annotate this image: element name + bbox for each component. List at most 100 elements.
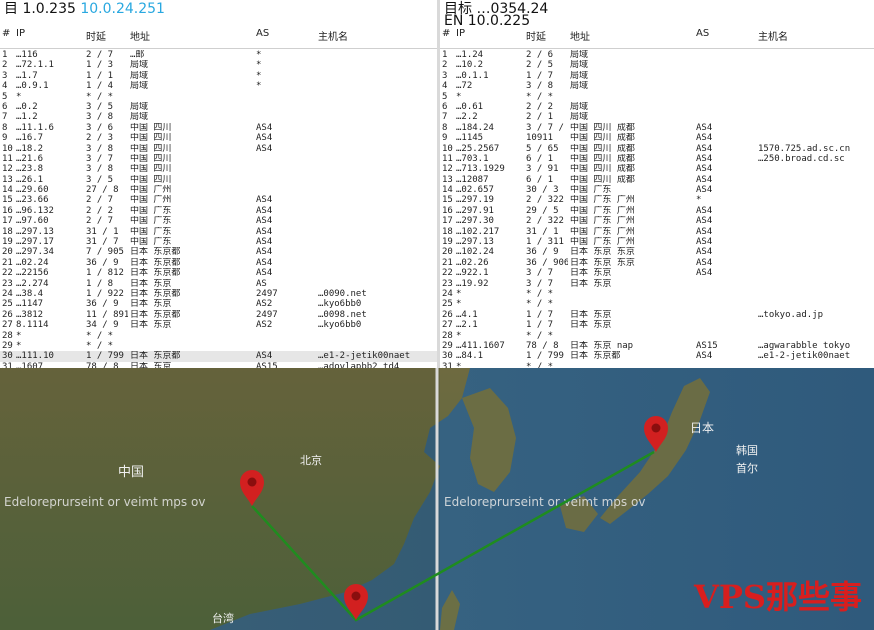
col-header-hostname[interactable]: 主机名 — [758, 28, 788, 43]
table-row[interactable]: 18 …297.13 31 / 1 中国 广东 AS4 — [0, 227, 437, 237]
table-row[interactable]: 19 …297.13 1 / 311 中国 广东 广州 AS4 — [440, 237, 874, 247]
location-cell: 中国 四川 成都 — [570, 133, 635, 144]
table-row[interactable]: 19 …297.17 31 / 7 中国 广东 AS4 — [0, 237, 437, 247]
latency-cell: 3 / 7 — [86, 153, 114, 164]
ip-cell: …102.24 — [456, 247, 494, 258]
location-cell: 中国 四川 成都 — [570, 174, 635, 185]
table-row[interactable]: 27 8.1114 34 / 9 日本 东京 AS2 …kyo6bb0 — [0, 320, 437, 330]
table-row[interactable]: 13 …26.1 3 / 5 中国 四川 — [0, 175, 437, 185]
table-row[interactable]: 13 …12087 6 / 1 中国 四川 成都 AS4 — [440, 175, 874, 185]
table-row[interactable]: 12 …713.1929 3 / 91 中国 四川 成都 AS4 — [440, 164, 874, 174]
table-row[interactable]: 7 …2.2 2 / 1 局域 — [440, 112, 874, 122]
table-row[interactable]: 22 …922.1 3 / 7 日本 东京 AS4 — [440, 268, 874, 278]
location-cell: 中国 广州 — [130, 185, 172, 196]
table-row[interactable]: 8 …11.1.6 3 / 6 中国 四川 AS4 — [0, 123, 437, 133]
location-cell: 中国 四川 成都 — [570, 153, 635, 164]
table-row[interactable]: 7 …1.2 3 / 8 局域 — [0, 112, 437, 122]
col-header-latency[interactable]: 时延 — [86, 28, 106, 43]
table-row[interactable]: 14 …29.60 27 / 8 中国 广州 — [0, 185, 437, 195]
location-cell: 中国 四川 — [130, 122, 172, 133]
latency-cell: 3 / 8 — [86, 164, 114, 175]
table-row[interactable]: 6 …0.2 3 / 5 局域 — [0, 102, 437, 112]
table-row[interactable]: 2 …72.1.1 1 / 3 局域 * — [0, 60, 437, 70]
table-row[interactable]: 4 …72 3 / 8 局域 — [440, 81, 874, 91]
col-header-location[interactable]: 地址 — [570, 28, 590, 43]
latency-cell: 1 / 7 — [526, 70, 554, 81]
table-row[interactable]: 1 …116 2 / 7 …邮 * — [0, 50, 437, 60]
col-header-as[interactable]: AS — [696, 28, 709, 39]
table-row[interactable]: 27 …2.1 1 / 7 日本 东京 — [440, 320, 874, 330]
table-row[interactable]: 20 …102.24 36 / 9 日本 东京 东京 AS4 — [440, 247, 874, 257]
table-row[interactable]: 25 …1147 36 / 9 日本 东京 AS2 …kyo6bb0 — [0, 299, 437, 309]
table-row[interactable]: 14 …02.657 30 / 3 中国 广东 AS4 — [440, 185, 874, 195]
location-cell: 日本 东京 — [570, 268, 612, 279]
ip-cell: …16.7 — [16, 133, 44, 144]
table-row[interactable]: 26 …3812 11 / 891 日本 东京都 2497 …0098.net — [0, 310, 437, 320]
table-row[interactable]: 11 …703.1 6 / 1 中国 四川 成都 AS4 …250.broad.cd.sc — [440, 154, 874, 164]
table-row[interactable]: 28 * * / * — [0, 331, 437, 341]
col-header-latency[interactable]: 时延 — [526, 28, 546, 43]
col-header-as[interactable]: AS — [256, 28, 269, 39]
table-row[interactable]: 15 …297.19 2 / 322 中国 广东 广州 * — [440, 195, 874, 205]
ip-cell: …0.9.1 — [16, 81, 49, 92]
latency-cell: 2 / 5 — [526, 60, 554, 71]
ip-cell: …2.2 — [456, 112, 478, 123]
table-row[interactable]: 16 …96.132 2 / 2 中国 广东 AS4 — [0, 206, 437, 216]
hop-cell: 29 — [442, 340, 453, 351]
col-header-ip[interactable]: IP — [456, 28, 465, 39]
hop-cell: 18 — [2, 226, 13, 237]
table-row[interactable]: 24 …38.4 1 / 922 日本 东京都 2497 …0090.net — [0, 289, 437, 299]
table-row[interactable]: 10 …25.2567 5 / 65 中国 四川 成都 AS4 1570.725.ad.s… — [440, 144, 874, 154]
table-row[interactable]: 2 …10.2 2 / 5 局域 — [440, 60, 874, 70]
hostname-cell: …agwarabble tokyo — [758, 340, 851, 351]
table-row[interactable]: 23 …2.274 1 / 8 日本 东京 AS — [0, 279, 437, 289]
table-row[interactable]: 30 …84.1 1 / 799 日本 东京都 AS4 …e1-2-jetik00naet — [440, 351, 874, 361]
as-cell: AS4 — [256, 133, 273, 144]
col-header-hop[interactable]: # — [442, 28, 450, 39]
ip-cell: …184.24 — [456, 122, 494, 133]
table-row[interactable]: 15 …23.66 2 / 7 中国 广州 AS4 — [0, 195, 437, 205]
latency-cell: 3 / 8 — [526, 81, 554, 92]
table-row[interactable]: 29 …411.1607 78 / 8 日本 东京 nap AS15 …agwarabbl… — [440, 341, 874, 351]
table-row[interactable]: 21 …02.24 36 / 9 日本 东京都 AS4 — [0, 258, 437, 268]
table-row[interactable]: 21 …02.26 36 / 906 日本 东京 东京 AS4 — [440, 258, 874, 268]
table-row[interactable]: 17 …297.30 2 / 322 中国 广东 广州 AS4 — [440, 216, 874, 226]
col-header-location[interactable]: 地址 — [130, 28, 150, 43]
table-row[interactable]: 26 …4.1 1 / 7 日本 东京 …tokyo.ad.jp — [440, 310, 874, 320]
table-row[interactable]: 8 …184.24 3 / 7 / 1中国 四川 成都 AS4 — [440, 123, 874, 133]
table-row[interactable]: 28 * * / * — [440, 331, 874, 341]
ip-cell: …11.1.6 — [16, 122, 54, 133]
route-map[interactable]: Edeloreprurseint or veimt mps ov Edelore… — [0, 368, 874, 630]
table-row[interactable]: 18 …102.217 31 / 1 中国 广东 广州 AS4 — [440, 227, 874, 237]
table-row[interactable]: 6 …0.61 2 / 2 局域 — [440, 102, 874, 112]
hop-cell: 15 — [2, 195, 13, 206]
table-row[interactable]: 10 …18.2 3 / 8 中国 四川 AS4 — [0, 144, 437, 154]
table-row[interactable]: 17 …97.60 2 / 7 中国 广东 AS4 — [0, 216, 437, 226]
ip-cell: …713.1929 — [456, 164, 505, 175]
latency-cell: 7 / 905 — [86, 247, 124, 258]
table-row[interactable]: 23 …19.92 3 / 7 日本 东京 — [440, 279, 874, 289]
table-row[interactable]: 22 …22156 1 / 812 日本 东京都 AS4 — [0, 268, 437, 278]
latency-cell: 2 / 7 — [86, 216, 114, 227]
table-row[interactable]: 1 …1.24 2 / 6 局域 — [440, 50, 874, 60]
table-row[interactable]: 29 * * / * — [0, 341, 437, 351]
col-header-ip[interactable]: IP — [16, 28, 25, 39]
table-row[interactable]: 12 …23.8 3 / 8 中国 四川 — [0, 164, 437, 174]
table-row[interactable]: 3 …0.1.1 1 / 7 局域 — [440, 71, 874, 81]
table-row[interactable]: 9 …16.7 2 / 3 中国 四川 AS4 — [0, 133, 437, 143]
table-row[interactable]: 20 …297.34 7 / 905 日本 东京都 AS4 — [0, 247, 437, 257]
table-row[interactable]: 4 …0.9.1 1 / 4 局域 * — [0, 81, 437, 91]
table-row[interactable]: 9 …1145 10911 中国 四川 成都 AS4 — [440, 133, 874, 143]
table-row[interactable]: 5 * * / * — [440, 92, 874, 102]
col-header-hostname[interactable]: 主机名 — [318, 28, 348, 43]
as-cell: AS4 — [256, 122, 273, 133]
table-row[interactable]: 5 * * / * — [0, 92, 437, 102]
table-row[interactable]: 24 * * / * — [440, 289, 874, 299]
col-header-hop[interactable]: # — [2, 28, 10, 39]
table-row[interactable]: 30 …111.10 1 / 799 日本 东京都 AS4 …e1-2-jetik00na… — [0, 351, 437, 362]
hostname-cell: …0098.net — [318, 309, 367, 320]
table-row[interactable]: 16 …297.91 29 / 5 中国 广东 广州 AS4 — [440, 206, 874, 216]
table-row[interactable]: 11 …21.6 3 / 7 中国 四川 — [0, 154, 437, 164]
table-row[interactable]: 25 * * / * — [440, 299, 874, 309]
table-row[interactable]: 3 …1.7 1 / 1 局域 * — [0, 71, 437, 81]
